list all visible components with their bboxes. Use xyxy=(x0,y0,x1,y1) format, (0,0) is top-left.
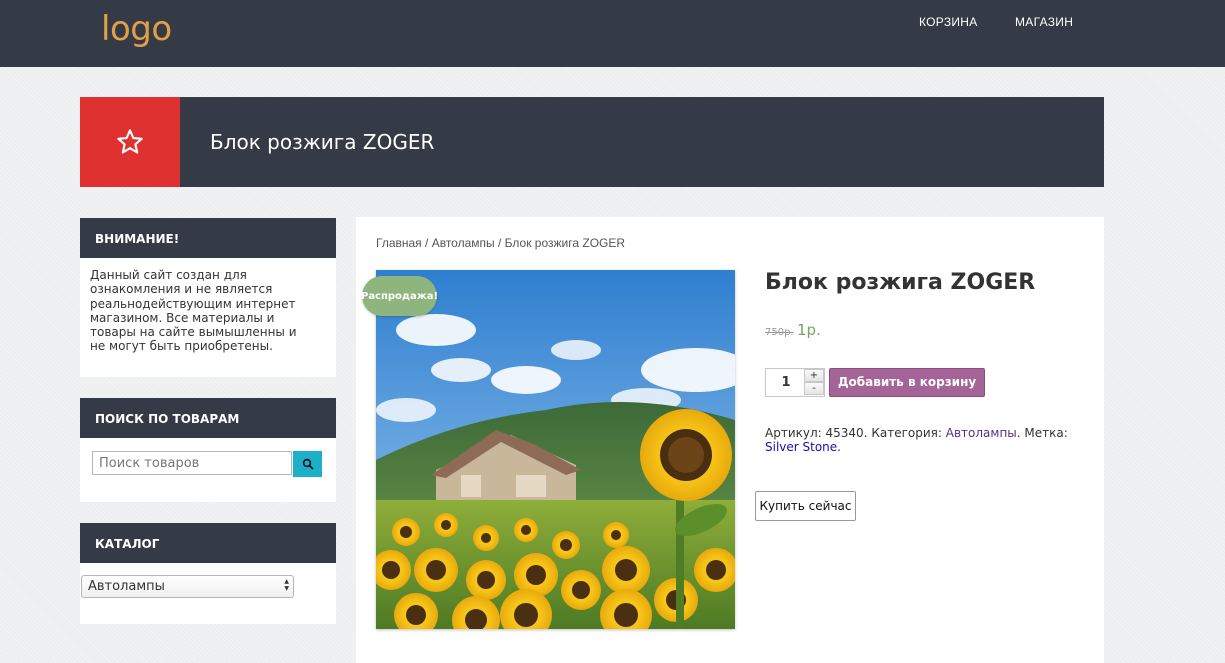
category-label: Категория: xyxy=(871,426,942,440)
product-image[interactable] xyxy=(376,270,735,629)
breadcrumb-home[interactable]: Главная xyxy=(376,236,422,250)
site-logo[interactable]: logo xyxy=(101,9,172,49)
sku-label: Артикул: xyxy=(765,426,822,440)
catalog-title: КАТАЛОГ xyxy=(80,523,336,563)
star-icon xyxy=(117,129,143,154)
attention-text: Данный сайт создан для ознакомления и не… xyxy=(90,268,297,354)
price-old: 750р. xyxy=(765,327,794,338)
sunflower-field-image xyxy=(376,270,735,629)
catalog-select[interactable]: Автолампы ▲ ▼ xyxy=(81,575,294,598)
breadcrumb-current: Блок розжига ZOGER xyxy=(504,236,626,250)
product-meta: Артикул: 45340. Категория: Автолампы. Ме… xyxy=(765,426,1100,454)
sale-badge: Распродажа! xyxy=(361,276,438,316)
meta-period: . xyxy=(1016,426,1021,440)
catalog-widget: КАТАЛОГ Автолампы ▲ ▼ xyxy=(80,523,336,624)
quantity-plus-button[interactable]: + xyxy=(804,369,824,382)
tag-link[interactable]: Silver Stone xyxy=(765,440,837,454)
top-header: logo КОРЗИНА МАГАЗИН xyxy=(0,0,1225,67)
search-button[interactable] xyxy=(293,451,322,477)
breadcrumb-separator: / xyxy=(421,236,432,250)
banner-icon-box xyxy=(80,97,180,187)
meta-period: . xyxy=(837,440,841,454)
product-title: Блок розжига ZOGER xyxy=(765,270,1036,295)
price-current: 1р. xyxy=(797,321,821,339)
tag-label: Метка: xyxy=(1024,426,1068,440)
search-widget-title: ПОИСК ПО ТОВАРАМ xyxy=(80,398,336,438)
nav-cart[interactable]: КОРЗИНА xyxy=(919,15,978,29)
attention-widget: ВНИМАНИЕ! Данный сайт создан для ознаком… xyxy=(80,218,336,377)
breadcrumb: Главная / Автолампы / Блок розжига ZOGER xyxy=(376,236,625,250)
quantity-stepper[interactable]: 1 + - xyxy=(765,368,825,397)
search-widget: ПОИСК ПО ТОВАРАМ xyxy=(80,398,336,502)
search-input[interactable] xyxy=(92,451,292,475)
attention-title: ВНИМАНИЕ! xyxy=(80,218,336,258)
quantity-input[interactable]: 1 xyxy=(766,369,806,396)
catalog-selected-value: Автолампы xyxy=(88,579,165,594)
page-title-banner: Блок розжига ZOGER xyxy=(80,97,1104,187)
buy-now-button[interactable]: Купить сейчас xyxy=(755,491,856,521)
quantity-minus-button[interactable]: - xyxy=(804,382,824,395)
search-icon xyxy=(302,458,314,470)
category-link[interactable]: Автолампы xyxy=(946,426,1017,440)
nav-shop[interactable]: МАГАЗИН xyxy=(1015,15,1073,29)
page-title: Блок розжига ZOGER xyxy=(210,130,435,154)
sku-value: 45340. xyxy=(825,426,868,440)
add-to-cart-button[interactable]: Добавить в корзину xyxy=(829,368,985,397)
breadcrumb-category[interactable]: Автолампы xyxy=(432,236,495,250)
product-content: Главная / Автолампы / Блок розжига ZOGER xyxy=(356,217,1104,663)
breadcrumb-separator: / xyxy=(494,236,505,250)
select-arrows-icon: ▲ ▼ xyxy=(284,578,289,592)
